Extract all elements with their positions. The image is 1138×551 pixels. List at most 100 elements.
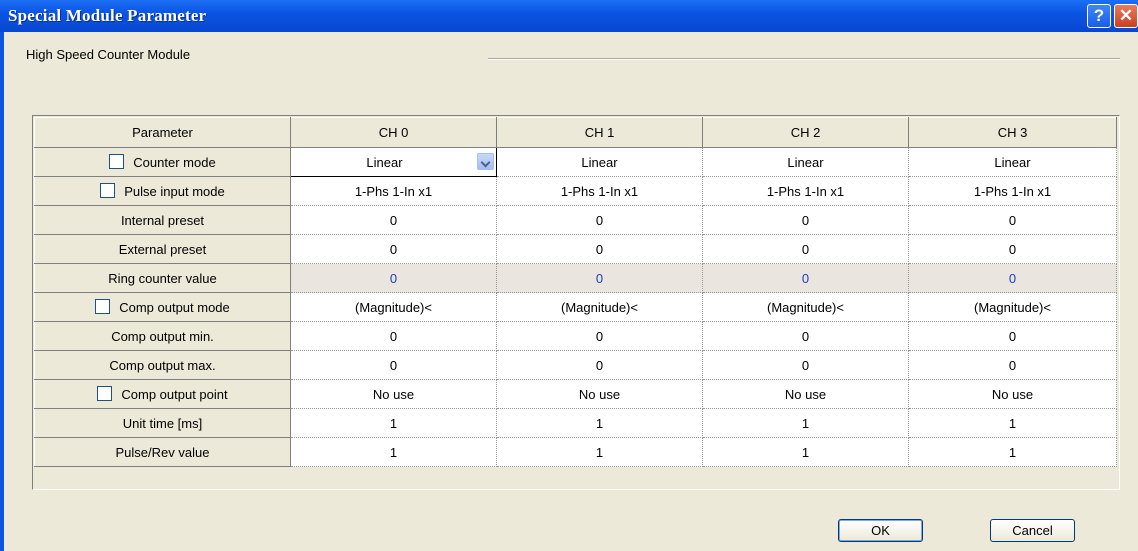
value-cell-ch0[interactable]: 1	[290, 408, 497, 438]
value-cell-ch2[interactable]: 1-Phs 1-In x1	[702, 176, 909, 206]
value-cell-ch1[interactable]: (Magnitude)<	[496, 292, 703, 322]
cell-value: 0	[595, 357, 604, 373]
param-cell: Comp output max.	[34, 350, 291, 380]
value-cell-ch1[interactable]: No use	[496, 379, 703, 409]
header-parameter: Parameter	[34, 117, 291, 148]
grid-row: Unit time [ms] 1 1 1 1	[34, 408, 1117, 438]
value-cell-ch3[interactable]: Linear	[908, 147, 1117, 177]
value-cell-ch0[interactable]: 1-Phs 1-In x1	[290, 176, 497, 206]
cell-value: 0	[801, 270, 810, 286]
value-cell-ch2[interactable]: 0	[702, 205, 909, 235]
value-cell-ch2[interactable]: 0	[702, 350, 909, 380]
cell-value: 1-Phs 1-In x1	[766, 183, 845, 199]
param-checkbox[interactable]	[100, 183, 116, 198]
value-cell-ch2[interactable]: 0	[702, 263, 909, 293]
value-cell-ch1[interactable]: 0	[496, 321, 703, 351]
value-cell-ch1[interactable]: Linear	[496, 147, 703, 177]
cell-value: 0	[1008, 241, 1017, 257]
cancel-button[interactable]: Cancel	[990, 519, 1075, 542]
param-cell: Ring counter value	[34, 263, 291, 293]
value-cell-ch1[interactable]: 1-Phs 1-In x1	[496, 176, 703, 206]
cell-value: 0	[1008, 270, 1017, 286]
param-checkbox[interactable]	[97, 386, 113, 401]
value-cell-ch3[interactable]: No use	[908, 379, 1117, 409]
group-label: High Speed Counter Module	[26, 47, 191, 62]
cell-value: 1-Phs 1-In x1	[560, 183, 639, 199]
value-cell-ch2[interactable]: No use	[702, 379, 909, 409]
value-cell-ch0[interactable]: (Magnitude)<	[290, 292, 497, 322]
value-cell-ch2[interactable]: Linear	[702, 147, 909, 177]
cell-value: Linear	[581, 154, 618, 170]
cell-value: Linear	[787, 154, 824, 170]
cell-value: 0	[389, 328, 398, 344]
cell-value: 0	[389, 357, 398, 373]
value-cell-ch2[interactable]: 0	[702, 321, 909, 351]
value-cell-ch2[interactable]: 1	[702, 437, 909, 467]
cell-value: (Magnitude)<	[974, 299, 1051, 315]
cell-value: 0	[1008, 328, 1017, 344]
param-label: External preset	[118, 241, 207, 257]
cell-value: 0	[801, 357, 810, 373]
cell-value: 0	[595, 212, 604, 228]
grid-row: Counter mode Linear Linear Linear Linear	[34, 147, 1117, 177]
help-button[interactable]: ?	[1087, 4, 1111, 28]
grid-row: Pulse input mode 1-Phs 1-In x1 1-Phs 1-In …	[34, 176, 1117, 206]
cell-value: No use	[372, 386, 415, 402]
cell-value: Linear	[366, 154, 403, 170]
value-cell-ch2[interactable]: 0	[702, 234, 909, 264]
value-cell-ch0[interactable]: No use	[290, 379, 497, 409]
grid-row: Comp output point No use No use No use No us…	[34, 379, 1117, 409]
param-label: Comp output point	[121, 387, 228, 402]
value-cell-ch3[interactable]: 1-Phs 1-In x1	[908, 176, 1117, 206]
cell-value: 1-Phs 1-In x1	[973, 183, 1052, 199]
value-cell-ch3[interactable]: 0	[908, 263, 1117, 293]
value-cell-ch2[interactable]: (Magnitude)<	[702, 292, 909, 322]
value-cell-ch1[interactable]: 0	[496, 350, 703, 380]
title-bar[interactable]: Special Module Parameter ? ✕	[0, 0, 1138, 32]
param-cell: Pulse input mode	[34, 176, 291, 206]
param-cell: Comp output mode	[34, 292, 291, 322]
param-checkbox[interactable]	[95, 299, 111, 314]
cell-value: 0	[389, 241, 398, 257]
value-cell-ch1[interactable]: 0	[496, 205, 703, 235]
header-ch1: CH 1	[496, 117, 703, 148]
value-cell-ch0[interactable]: 1	[290, 437, 497, 467]
cell-value: 0	[595, 241, 604, 257]
cell-value: 1	[389, 444, 398, 460]
value-cell-ch0[interactable]: 0	[290, 205, 497, 235]
param-label: Ring counter value	[108, 270, 217, 286]
grid-row: Comp output min. 0 0 0 0	[34, 321, 1117, 351]
value-cell-ch2[interactable]: 1	[702, 408, 909, 438]
ok-button[interactable]: OK	[838, 519, 923, 542]
value-cell-ch1[interactable]: 0	[496, 263, 703, 293]
value-cell-ch0[interactable]: 0	[290, 234, 497, 264]
cell-value: 0	[595, 328, 604, 344]
cell-value: 1	[801, 444, 810, 460]
value-cell-ch0[interactable]: 0	[290, 263, 497, 293]
value-cell-ch3[interactable]: 0	[908, 234, 1117, 264]
param-label: Internal preset	[120, 212, 205, 228]
grid-row: Comp output mode (Magnitude)< (Magnitude)<…	[34, 292, 1117, 322]
cell-value: 1	[595, 444, 604, 460]
value-cell-ch0[interactable]: 0	[290, 321, 497, 351]
value-cell-ch3[interactable]: 0	[908, 205, 1117, 235]
value-cell-ch0[interactable]: Linear	[290, 147, 497, 177]
value-cell-ch3[interactable]: 1	[908, 437, 1117, 467]
cell-value: Linear	[994, 154, 1031, 170]
value-cell-ch3[interactable]: 0	[908, 350, 1117, 380]
value-cell-ch3[interactable]: 1	[908, 408, 1117, 438]
value-cell-ch3[interactable]: 0	[908, 321, 1117, 351]
cell-value: 0	[801, 328, 810, 344]
value-cell-ch0[interactable]: 0	[290, 350, 497, 380]
param-cell: Comp output min.	[34, 321, 291, 351]
value-cell-ch1[interactable]: 1	[496, 408, 703, 438]
header-ch3: CH 3	[908, 117, 1117, 148]
param-checkbox[interactable]	[109, 154, 125, 169]
close-button[interactable]: ✕	[1114, 4, 1138, 28]
chevron-down-icon[interactable]	[477, 153, 494, 170]
value-cell-ch3[interactable]: (Magnitude)<	[908, 292, 1117, 322]
param-label: Counter mode	[133, 155, 216, 170]
cell-value: 1	[1008, 415, 1017, 431]
value-cell-ch1[interactable]: 1	[496, 437, 703, 467]
value-cell-ch1[interactable]: 0	[496, 234, 703, 264]
